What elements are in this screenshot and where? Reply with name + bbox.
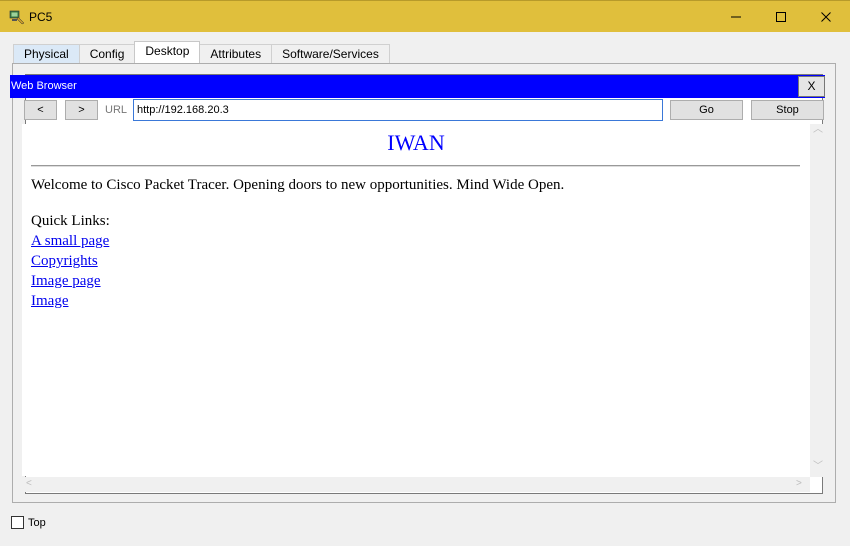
vertical-scrollbar[interactable]: ︿ ﹀ <box>810 124 825 477</box>
tab-physical[interactable]: Physical <box>13 44 80 63</box>
web-page: IWAN Welcome to Cisco Packet Tracer. Ope… <box>22 124 810 476</box>
stop-button[interactable]: Stop <box>751 100 824 120</box>
scroll-up-icon[interactable]: ︿ <box>813 125 823 135</box>
maximize-button[interactable] <box>758 1 804 32</box>
window-title: PC5 <box>29 10 53 24</box>
web-browser-header: Web Browser X <box>10 75 825 98</box>
horizontal-rule <box>31 165 800 167</box>
maximize-icon <box>776 11 786 22</box>
close-window-button[interactable] <box>803 1 849 32</box>
quick-links-label: Quick Links: <box>31 213 110 229</box>
go-button[interactable]: Go <box>670 100 743 120</box>
page-heading: IWAN <box>387 130 445 155</box>
link-image-page[interactable]: Image page <box>31 273 101 290</box>
forward-button[interactable]: > <box>65 100 98 120</box>
horizontal-scrollbar[interactable]: < > <box>22 477 810 492</box>
back-button[interactable]: < <box>24 100 57 120</box>
welcome-text: Welcome to Cisco Packet Tracer. Opening … <box>31 177 565 193</box>
minimize-icon <box>731 16 741 17</box>
minimize-button[interactable] <box>713 1 759 32</box>
link-copyrights[interactable]: Copyrights <box>31 253 98 270</box>
title-bar: PC5 <box>0 0 850 32</box>
link-image[interactable]: Image <box>31 293 68 310</box>
scroll-down-icon[interactable]: ﹀ <box>813 462 823 472</box>
tab-desktop[interactable]: Desktop <box>134 41 201 63</box>
top-checkbox[interactable] <box>11 516 24 529</box>
tab-attributes[interactable]: Attributes <box>199 44 273 63</box>
url-label: URL <box>105 104 128 116</box>
web-browser-title: Web Browser <box>11 80 77 92</box>
tab-config[interactable]: Config <box>78 44 136 63</box>
browser-close-button[interactable]: X <box>798 76 825 97</box>
scroll-right-icon[interactable]: > <box>796 479 802 489</box>
tab-software-services[interactable]: Software/Services <box>271 44 390 63</box>
pc-app-icon <box>9 10 25 25</box>
close-icon <box>821 11 831 22</box>
device-tabs: Physical Config Desktop Attributes Softw… <box>13 41 390 64</box>
url-input[interactable] <box>133 99 663 121</box>
scroll-left-icon[interactable]: < <box>26 479 32 489</box>
top-checkbox-label: Top <box>28 517 46 529</box>
link-small-page[interactable]: A small page <box>31 233 109 250</box>
